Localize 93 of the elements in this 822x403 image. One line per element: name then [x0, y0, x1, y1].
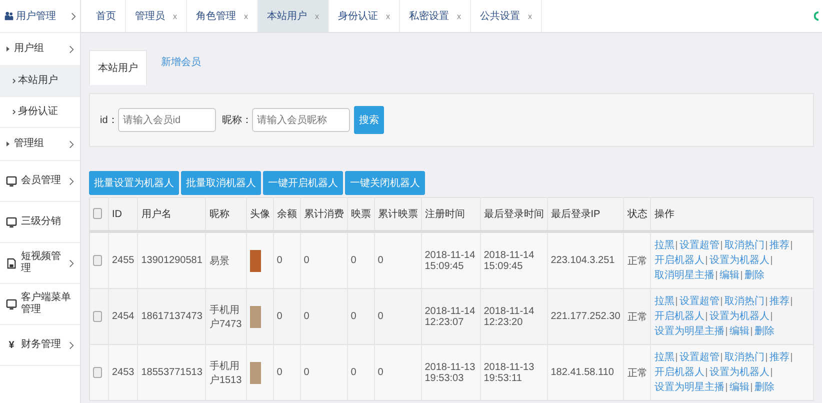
action-link[interactable]: 拉黑 — [654, 240, 674, 251]
table-cell: 2018-11-14 15:09:45 — [421, 232, 480, 288]
action-link[interactable]: 设置为机器人 — [709, 311, 770, 322]
tab[interactable]: 管理员 x — [126, 0, 187, 32]
table-cell: 2018-11-13 19:53:03 — [421, 344, 480, 400]
table-cell: 2018-11-13 19:53:11 — [480, 344, 548, 400]
triangle-icon — [6, 141, 10, 147]
table-cell: 正常 — [624, 344, 651, 400]
sidebar-header-label: 用户管理 — [16, 10, 57, 23]
photo-placeholder — [250, 362, 261, 384]
table-cell: 182.41.58.110 — [547, 344, 624, 400]
tab[interactable]: 首页 — [87, 0, 126, 32]
table-cell: 0 — [347, 344, 374, 400]
tab[interactable]: 公共设置 x — [471, 0, 542, 32]
action-link[interactable]: 删除 — [744, 270, 764, 281]
action-link[interactable]: 编辑 — [729, 382, 750, 393]
action-link[interactable]: 编辑 — [729, 326, 750, 337]
sidebar-item[interactable]: ¥ 财务管理 — [0, 325, 80, 366]
checkbox[interactable] — [93, 208, 102, 220]
action-link[interactable]: 拉黑 — [654, 352, 674, 363]
action-link[interactable]: 取消热门 — [724, 352, 764, 363]
action-link[interactable]: 取消热门 — [724, 296, 764, 307]
action-link[interactable]: 取消热门 — [724, 240, 764, 251]
checkbox[interactable] — [93, 366, 102, 378]
action-link[interactable]: 编辑 — [719, 270, 740, 281]
input-field[interactable]: 请输入会员昵称 — [252, 108, 350, 132]
action-link[interactable]: 删除 — [754, 382, 774, 393]
action-link[interactable]: 删除 — [754, 326, 774, 337]
input-field[interactable]: 请输入会员id — [118, 108, 216, 132]
document-icon — [6, 258, 17, 268]
table-cell: 0 — [347, 232, 374, 288]
photo-placeholder — [250, 250, 261, 272]
table-cell: 手机用户1513 — [206, 344, 246, 400]
action-link[interactable]: 设置超管 — [679, 296, 720, 307]
table-cell: 0 — [273, 344, 300, 400]
monitor-icon — [6, 176, 17, 186]
sidebar-item[interactable]: 身份认证 — [0, 97, 80, 128]
chevron-small-icon — [12, 109, 16, 115]
table-cell: 0 — [300, 344, 348, 400]
table-cell: 13901290581 — [138, 232, 206, 288]
tab[interactable]: 身份认证 x — [329, 0, 400, 32]
field-label: 昵称： — [222, 114, 252, 127]
action-link[interactable]: 设置为明星主播 — [654, 382, 724, 393]
action-link[interactable]: 开启机器人 — [654, 367, 704, 378]
checkbox[interactable] — [93, 310, 102, 322]
table-cell: 0 — [300, 232, 348, 288]
field-label: id： — [100, 114, 118, 127]
table-cell: 0 — [374, 344, 422, 400]
action-link[interactable]: 推荐 — [769, 296, 790, 307]
action-link[interactable]: 设置为机器人 — [709, 255, 770, 266]
monitor-icon — [6, 216, 17, 228]
search-button[interactable]: 搜索 — [354, 106, 384, 134]
subtab[interactable]: 新增会员 — [153, 45, 209, 85]
triangle-icon — [6, 46, 10, 52]
chevron-right-icon — [71, 12, 76, 20]
table-cell: 易景 — [206, 232, 246, 288]
action-link[interactable]: 开启机器人 — [654, 311, 704, 322]
action-link[interactable]: 设置超管 — [679, 352, 720, 363]
table-cell: 0 — [273, 232, 300, 288]
photo-placeholder — [250, 306, 261, 328]
sidebar-item[interactable]: 客户端菜单管理 — [0, 284, 80, 325]
action-link[interactable]: 设置为明星主播 — [654, 326, 724, 337]
table-cell: 正常 — [624, 232, 651, 288]
action-link[interactable]: 设置超管 — [679, 240, 720, 251]
bulk-action-button[interactable]: 一键关闭机器人 — [345, 171, 425, 195]
bulk-action-button[interactable]: 批量取消机器人 — [181, 171, 261, 195]
sidebar-item[interactable]: 会员管理 — [0, 161, 80, 202]
table-cell: 223.104.3.251 — [547, 232, 624, 288]
table-cell: 2453 — [108, 344, 138, 400]
chevron-small-icon — [12, 78, 16, 84]
sidebar-item[interactable]: 三级分销 — [0, 202, 80, 243]
action-link[interactable]: 推荐 — [769, 352, 790, 363]
sidebar-item[interactable]: 短视频管理 — [0, 243, 80, 284]
action-link[interactable]: 开启机器人 — [654, 255, 704, 266]
bulk-action-button[interactable]: 一键开启机器人 — [263, 171, 343, 195]
action-link[interactable]: 设置为机器人 — [709, 367, 770, 378]
sidebar-item[interactable]: 管理组 — [0, 128, 80, 161]
bulk-action-button[interactable]: 批量设置为机器人 — [89, 171, 179, 195]
tab[interactable]: 私密设置 x — [400, 0, 471, 32]
action-link[interactable]: 拉黑 — [654, 296, 674, 307]
sidebar-header[interactable]: 用户管理 — [0, 0, 80, 33]
tab[interactable]: 本站用户 x — [258, 0, 329, 32]
monitor-icon — [6, 298, 17, 310]
checkbox[interactable] — [93, 254, 102, 266]
table-cell: 2018-11-14 15:09:45 — [480, 232, 548, 288]
action-link[interactable]: 取消明星主播 — [654, 270, 714, 281]
table-cell: 18553771513 — [138, 344, 206, 400]
table-cell: 2455 — [108, 232, 138, 288]
sidebar-item[interactable]: 本站用户 — [0, 66, 80, 97]
users-icon — [4, 11, 14, 21]
subtab[interactable]: 本站用户 — [89, 50, 147, 85]
action-link[interactable]: 推荐 — [769, 240, 790, 251]
table-cell: 0 — [374, 232, 422, 288]
